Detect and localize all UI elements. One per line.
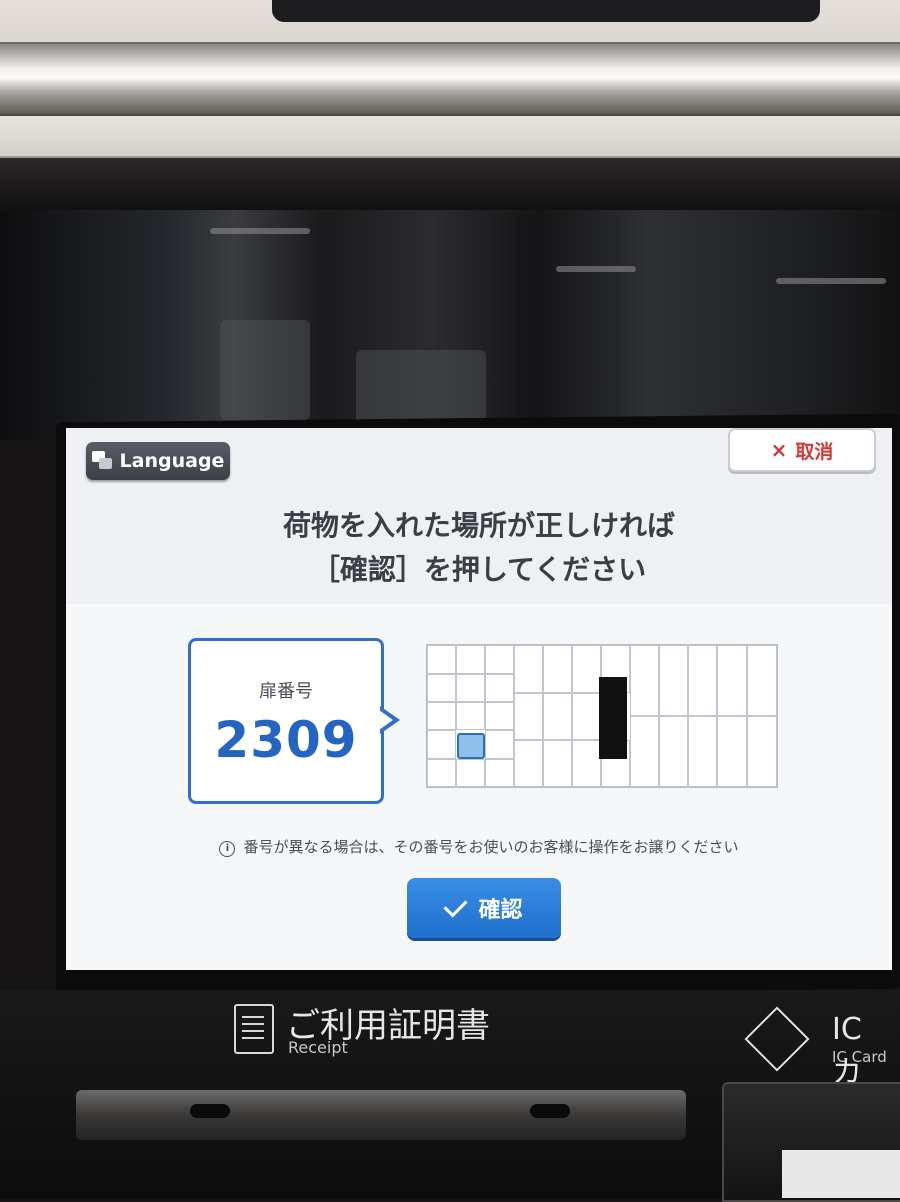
locker-cell [543,740,572,787]
chrome-trim [0,42,900,116]
locker-cell [717,716,747,787]
door-number-value: 2309 [214,711,358,769]
slot-opening [190,1104,230,1118]
locker-cell [485,702,514,730]
locker-cell [514,693,543,740]
locker-cell [572,693,601,740]
reflection-light [776,278,886,284]
reflection-object [220,320,310,420]
locker-cell [572,740,601,787]
locker-cell [485,759,514,787]
locker-cell [456,645,485,674]
ic-card-sub-label: IC Card [832,1048,887,1066]
door-number-callout: 扉番号 2309 [188,638,384,804]
selected-locker-2309 [457,733,485,759]
locker-cell [427,674,456,702]
notice-text: i 番号が異なる場合は、その番号をお使いのお客様に操作をお譲りください [66,836,892,857]
info-icon: i [219,841,236,857]
locker-cell [485,730,514,759]
slot-opening [530,1104,570,1118]
receipt-icon-line [242,1037,264,1039]
machine-top-trim [0,116,900,159]
locker-cell [514,740,543,787]
locker-cell [572,645,601,693]
receipt-label-en: Receipt [288,1038,348,1057]
locker-cell [485,645,514,674]
locker-cell [688,716,717,787]
instruction-line-1: 荷物を入れた場所が正しければ [282,509,675,542]
door-number-label: 扉番号 [259,681,313,702]
locker-cell [514,645,543,693]
terminal-unit [599,677,627,759]
locker-cell [630,645,659,716]
locker-cell [747,716,777,787]
locker-cell [688,645,717,716]
locker-cell [427,702,456,730]
locker-cell [659,645,688,716]
machine-dark-band [0,158,900,218]
locker-cell [427,645,456,674]
touch-screen: Language × 取消 荷物を入れた場所が正しければ ［確認］を押してくださ… [66,428,892,970]
check-icon [443,892,469,918]
locker-cell [630,716,659,787]
close-icon: × [770,438,788,462]
instruction-text: 荷物を入れた場所が正しければ ［確認］を押してください [66,504,892,592]
language-button-label: Language [119,450,225,472]
reflection-light [556,266,636,272]
cancel-button-label: 取消 [795,440,834,463]
receipt-icon [234,1004,274,1054]
locker-cell [456,674,485,702]
translate-icon [91,451,114,471]
locker-cell [427,730,456,759]
locker-cell [456,759,485,787]
machine-top-label [272,0,820,22]
confirm-button[interactable]: 確認 [407,878,561,938]
glass-reflection [0,210,900,440]
locker-cell [659,716,688,787]
receipt-icon-line [242,1023,264,1025]
locker-cell [543,645,572,693]
locker-cell [717,645,747,716]
locker-map [426,644,778,788]
receipt-icon-line [242,1016,264,1018]
locker-cell [456,702,485,730]
receipt-slot[interactable] [76,1090,686,1140]
callout-pointer-fill [379,710,393,730]
reflection-light [210,228,310,234]
card-reader-plate [782,1150,900,1198]
locker-cell [485,674,514,702]
confirm-button-label: 確認 [478,898,523,923]
locker-cell [427,759,456,787]
language-button[interactable]: Language [86,442,230,480]
locker-cell [543,693,572,740]
instruction-line-2: ［確認］を押してください [311,553,647,586]
cancel-button[interactable]: × 取消 [728,428,876,472]
locker-cell [747,645,777,716]
notice-message: 番号が異なる場合は、その番号をお使いのお客様に操作をお譲りください [243,838,739,856]
receipt-icon-line [242,1030,264,1032]
